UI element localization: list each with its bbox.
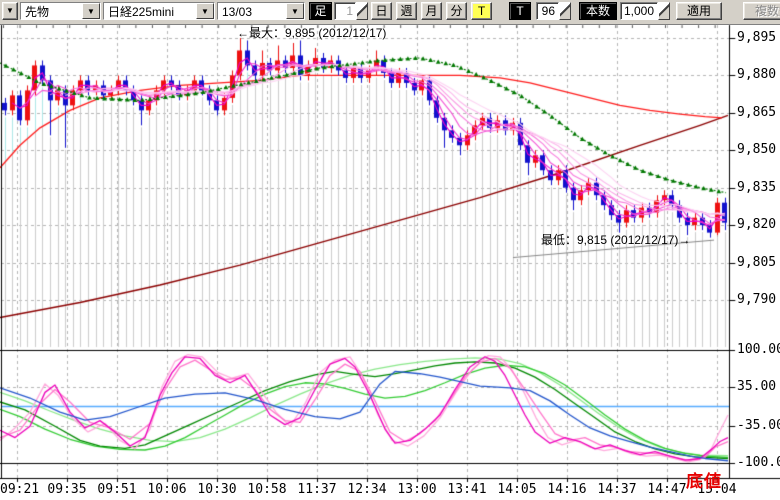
price-tick-label: 9,850 — [737, 142, 776, 157]
time-tick-label: 10:30 — [197, 482, 236, 497]
time-tick-label: 13:41 — [447, 482, 486, 497]
apply-button[interactable]: 適用 — [676, 2, 722, 20]
time-tick-label: 10:58 — [247, 482, 286, 497]
time-tick-label: 09:21 — [0, 482, 39, 497]
time-tick-label: 13:00 — [397, 482, 436, 497]
time-tick-label: 10:06 — [147, 482, 186, 497]
high-annotation: ←最大：9,895 (2012/12/17) — [237, 24, 386, 41]
tick-size-field[interactable]: 96 — [536, 2, 559, 20]
time-tick-label: 14:05 — [497, 482, 536, 497]
time-tick-label: 09:51 — [97, 482, 136, 497]
chart-area: ←最大：9,895 (2012/12/17) 最低：9,815 (2012/12… — [0, 0, 780, 500]
chart-menu-dropdown-button[interactable]: ▼ — [2, 2, 18, 20]
chevron-down-icon[interactable]: ▼ — [196, 3, 214, 19]
time-tick-label: 12:34 — [347, 482, 386, 497]
price-tick-label: 9,790 — [737, 292, 776, 307]
price-tick-label: 9,895 — [737, 30, 776, 45]
contract-month-combobox[interactable]: 13/03 ▼ — [217, 2, 305, 20]
period-week-button[interactable]: 週 — [396, 2, 417, 20]
price-tick-label: 9,865 — [737, 105, 776, 120]
bar-count-spin-button[interactable] — [658, 2, 670, 20]
symbol-combobox[interactable]: 日経225mini ▼ — [103, 2, 215, 20]
low-annotation: 最低：9,815 (2012/12/17)→ — [541, 231, 690, 248]
chevron-down-icon: ▼ — [6, 6, 14, 15]
interval-field[interactable]: 1 — [334, 2, 356, 20]
time-tick-label: 14:47 — [647, 482, 686, 497]
oscillator-tick-label: -35.00 — [737, 418, 780, 433]
time-tick-label: 14:16 — [547, 482, 586, 497]
oscillator-tick-label: 100.00 — [737, 342, 780, 357]
time-tick-label: 11:37 — [297, 482, 336, 497]
chevron-down-icon[interactable]: ▼ — [286, 3, 304, 19]
contract-month-value: 13/03 — [218, 3, 286, 19]
bar-type-button[interactable]: 足 — [309, 2, 332, 20]
toolbar: ▼ 先物 ▼ 日経225mini ▼ 13/03 ▼ 足 1 日 週 月 分 T… — [0, 0, 780, 25]
time-tick-label: 14:37 — [597, 482, 636, 497]
multi-symbol-button[interactable]: 複数銘柄 — [743, 2, 780, 20]
market-value: 先物 — [21, 3, 82, 19]
oscillator-tick-label: -100.00 — [737, 455, 780, 470]
tick-size-spin-button[interactable] — [559, 2, 571, 20]
symbol-value: 日経225mini — [104, 3, 196, 19]
price-tick-label: 9,805 — [737, 255, 776, 270]
period-tick-button[interactable]: T — [471, 2, 492, 20]
tick-mode-button[interactable]: T — [509, 2, 531, 20]
oscillator-tick-label: 35.00 — [737, 379, 776, 394]
period-month-button[interactable]: 月 — [421, 2, 442, 20]
chevron-down-icon[interactable]: ▼ — [82, 3, 100, 19]
market-combobox[interactable]: 先物 ▼ — [20, 2, 101, 20]
period-day-button[interactable]: 日 — [371, 2, 392, 20]
bar-count-field[interactable]: 1,000 — [620, 2, 658, 20]
price-chart-canvas[interactable] — [0, 0, 780, 500]
time-tick-label: 09:35 — [47, 482, 86, 497]
price-tick-label: 9,820 — [737, 217, 776, 232]
price-tick-label: 9,835 — [737, 180, 776, 195]
bar-count-label-button[interactable]: 本数 — [579, 2, 617, 20]
period-minute-button[interactable]: 分 — [446, 2, 467, 20]
price-tick-label: 9,880 — [737, 67, 776, 82]
bottom-price-label: 底値 — [686, 467, 722, 492]
interval-spin-button[interactable] — [356, 2, 368, 20]
